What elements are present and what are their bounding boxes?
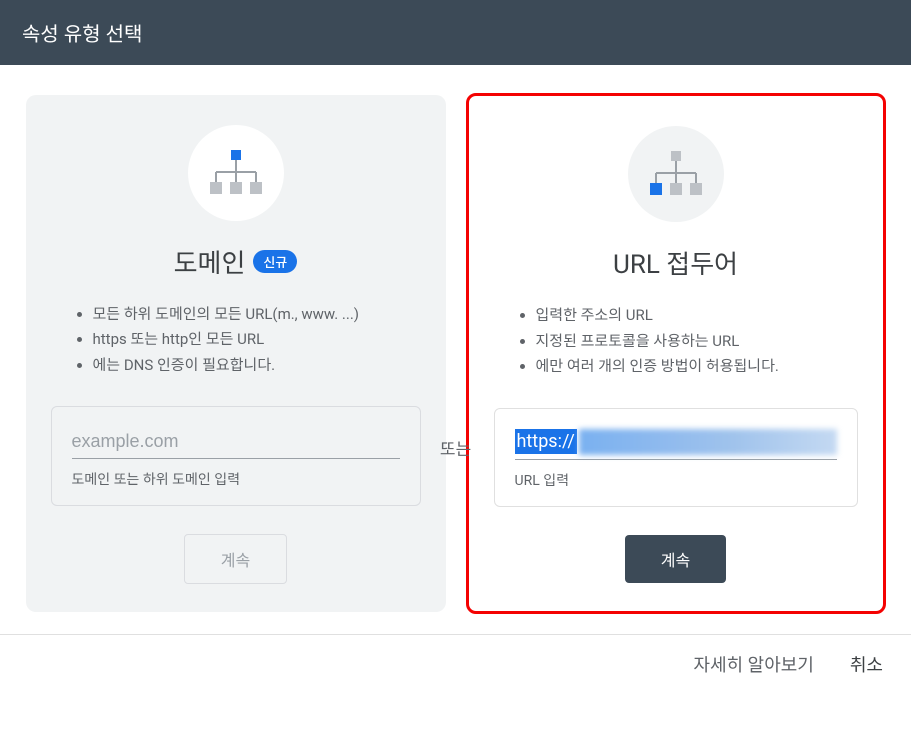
- dialog-content: 도메인 신규 모든 하위 도메인의 모든 URL(m., www. ...) h…: [0, 65, 911, 634]
- url-value-prefix: https://: [515, 429, 577, 454]
- domain-continue-button[interactable]: 계속: [184, 534, 287, 584]
- list-item: 지정된 프로토콜을 사용하는 URL: [536, 329, 858, 355]
- url-title-row: URL 접두어: [613, 244, 738, 281]
- domain-title: 도메인: [174, 243, 246, 280]
- url-title: URL 접두어: [613, 244, 738, 281]
- domain-icon-circle: [188, 125, 284, 221]
- url-continue-button[interactable]: 계속: [625, 535, 726, 583]
- domain-input-hint: 도메인 또는 하위 도메인 입력: [72, 469, 400, 489]
- learn-more-link[interactable]: 자세히 알아보기: [693, 651, 813, 677]
- domain-input-box: 도메인 또는 하위 도메인 입력: [51, 406, 421, 506]
- sitemap-icon: [650, 151, 702, 197]
- list-item: 에만 여러 개의 인증 방법이 허용됩니다.: [536, 354, 858, 380]
- url-bullets: 입력한 주소의 URL 지정된 프로토콜을 사용하는 URL 에만 여러 개의 …: [494, 303, 858, 380]
- new-badge: 신규: [253, 250, 297, 273]
- dialog-header: 속성 유형 선택: [0, 0, 911, 65]
- domain-title-row: 도메인 신규: [174, 243, 298, 280]
- list-item: 모든 하위 도메인의 모든 URL(m., www. ...): [93, 302, 421, 328]
- cancel-button[interactable]: 취소: [850, 651, 883, 677]
- sitemap-icon: [210, 150, 262, 196]
- domain-card[interactable]: 도메인 신규 모든 하위 도메인의 모든 URL(m., www. ...) h…: [26, 95, 446, 613]
- domain-input[interactable]: [72, 427, 400, 459]
- dialog-title: 속성 유형 선택: [22, 22, 142, 46]
- url-input[interactable]: https://: [515, 429, 837, 460]
- url-input-hint: URL 입력: [515, 470, 837, 490]
- list-item: https 또는 http인 모든 URL: [93, 327, 421, 353]
- list-item: 에는 DNS 인증이 필요합니다.: [93, 353, 421, 379]
- url-input-box: https:// URL 입력: [494, 408, 858, 507]
- url-prefix-card[interactable]: URL 접두어 입력한 주소의 URL 지정된 프로토콜을 사용하는 URL 에…: [466, 93, 886, 614]
- list-item: 입력한 주소의 URL: [536, 303, 858, 329]
- url-icon-circle: [628, 126, 724, 222]
- url-value-redacted: [579, 429, 837, 455]
- or-divider: 또는: [440, 435, 471, 460]
- dialog-footer: 자세히 알아보기 취소: [0, 634, 911, 693]
- domain-bullets: 모든 하위 도메인의 모든 URL(m., www. ...) https 또는…: [51, 302, 421, 379]
